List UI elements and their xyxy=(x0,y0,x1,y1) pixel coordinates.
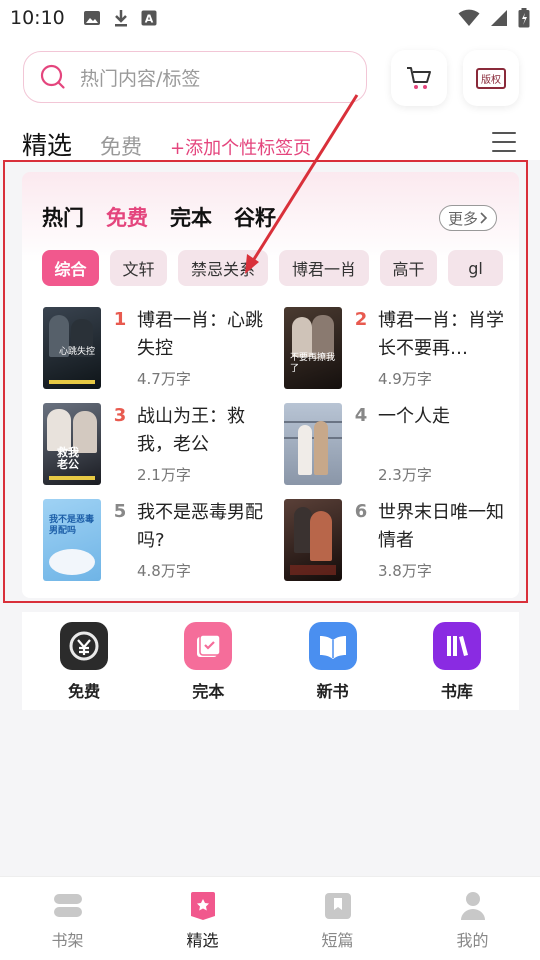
copyright-label: 版权 xyxy=(476,67,506,89)
profile-icon xyxy=(458,891,488,921)
shortcut-label: 完本 xyxy=(192,682,225,701)
tab-featured[interactable]: 精选 xyxy=(22,126,72,162)
menu-icon[interactable] xyxy=(492,132,516,152)
featured-icon xyxy=(188,891,218,921)
font-icon: A xyxy=(141,10,157,26)
signal-icon xyxy=(491,10,507,26)
search-placeholder: 热门内容/标签 xyxy=(80,67,201,90)
shortcut-row: 免费 完本 新书 书库 xyxy=(22,612,519,710)
copyright-button[interactable]: 版权 xyxy=(463,50,519,106)
header: 热门内容/标签 版权 精选 免费 +添加个性标签页 xyxy=(0,36,540,160)
shortcut-free[interactable]: 免费 xyxy=(39,622,129,702)
bookshelf-icon xyxy=(53,891,83,921)
cart-icon xyxy=(407,67,431,89)
search-bar[interactable]: 热门内容/标签 xyxy=(23,51,367,103)
shortcut-label: 书库 xyxy=(440,682,473,701)
bottom-nav: 书架 精选 短篇 我的 xyxy=(0,876,540,960)
complete-check-icon xyxy=(184,622,233,670)
shortcut-label: 新书 xyxy=(316,682,349,701)
image-icon xyxy=(83,11,100,25)
annotation-highlight-box xyxy=(3,160,528,603)
add-tag-page-link[interactable]: +添加个性标签页 xyxy=(170,134,311,160)
nav-label: 精选 xyxy=(186,931,219,950)
nav-featured[interactable]: 精选 xyxy=(153,877,253,960)
nav-label: 短篇 xyxy=(321,931,354,950)
status-bar: 10:10 A xyxy=(0,0,540,36)
shortcut-label: 免费 xyxy=(68,682,101,701)
new-book-icon xyxy=(308,622,357,670)
top-tabs: 精选 免费 +添加个性标签页 xyxy=(22,126,311,162)
nav-profile[interactable]: 我的 xyxy=(423,877,523,960)
short-story-icon xyxy=(323,891,353,921)
cart-button[interactable] xyxy=(391,50,447,106)
battery-icon xyxy=(518,8,530,28)
nav-short-story[interactable]: 短篇 xyxy=(288,877,388,960)
svg-text:A: A xyxy=(145,13,154,26)
tab-free[interactable]: 免费 xyxy=(100,131,142,161)
free-coin-icon xyxy=(60,622,109,670)
nav-bookshelf[interactable]: 书架 xyxy=(18,877,118,960)
shortcut-new-books[interactable]: 新书 xyxy=(288,622,378,702)
nav-label: 书架 xyxy=(51,931,84,950)
download-icon xyxy=(114,10,127,27)
wifi-icon xyxy=(458,9,480,26)
shortcut-library[interactable]: 书库 xyxy=(412,622,502,702)
status-time: 10:10 xyxy=(10,7,65,29)
shortcut-complete[interactable]: 完本 xyxy=(163,622,253,702)
library-icon xyxy=(432,622,481,670)
search-icon xyxy=(40,64,65,89)
nav-label: 我的 xyxy=(456,931,489,950)
